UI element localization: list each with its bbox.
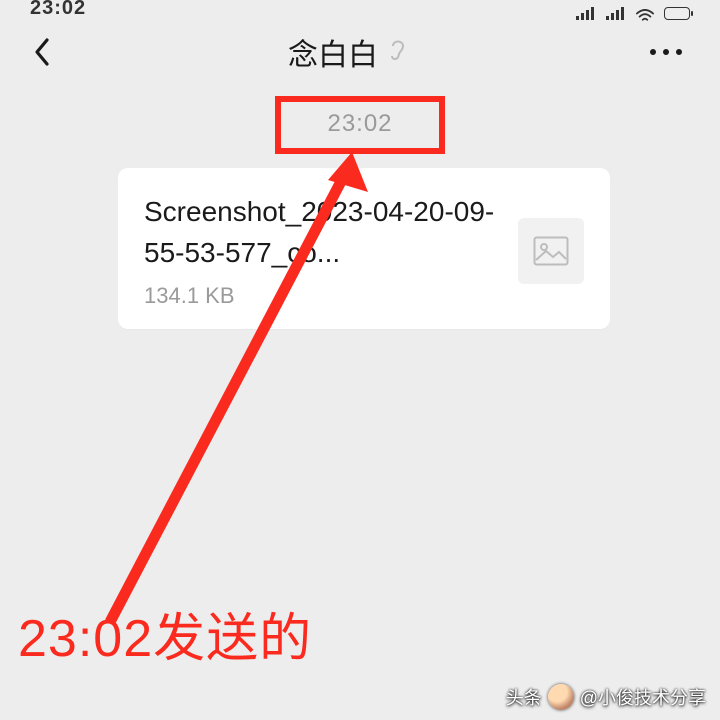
more-button[interactable] — [640, 39, 692, 65]
image-file-icon — [518, 218, 584, 284]
status-bar: 23:02 — [0, 0, 720, 14]
statusbar-time: 23:02 — [30, 0, 86, 20]
file-name: Screenshot_2023-04-20-09-55-53-577_co... — [144, 192, 496, 273]
watermark-handle: @小俊技术分享 — [580, 684, 706, 710]
watermark-prefix: 头条 — [506, 684, 542, 710]
signal-icon-2 — [606, 0, 626, 20]
wifi-icon — [636, 6, 654, 20]
watermark-avatar — [548, 684, 574, 710]
watermark: 头条 @小俊技术分享 — [506, 684, 706, 710]
annotation-highlight-box: 23:02 — [275, 96, 444, 154]
file-size: 134.1 KB — [144, 283, 496, 309]
file-message-card[interactable]: Screenshot_2023-04-20-09-55-53-577_co...… — [118, 168, 610, 329]
signal-icon — [576, 0, 596, 20]
annotation-caption: 23:02发送的 — [18, 596, 312, 671]
message-row: Screenshot_2023-04-20-09-55-53-577_co...… — [0, 154, 720, 329]
battery-icon — [664, 7, 690, 20]
message-timestamp-row: 23:02 — [0, 96, 720, 154]
chat-title: 念白白 — [288, 30, 378, 74]
chat-title-wrap: 念白白 — [288, 30, 408, 74]
statusbar-indicators — [576, 0, 690, 20]
ear-icon — [388, 37, 408, 68]
back-button[interactable] — [28, 38, 56, 66]
message-timestamp: 23:02 — [327, 110, 392, 138]
chat-header: 念白白 — [0, 14, 720, 90]
file-info: Screenshot_2023-04-20-09-55-53-577_co...… — [144, 192, 496, 309]
